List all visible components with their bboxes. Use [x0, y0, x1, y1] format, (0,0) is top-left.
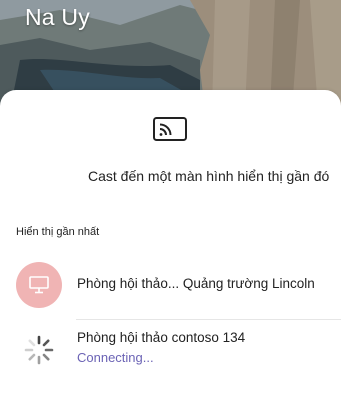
device-name: Phòng hội thảo... Quảng trường Lincoln — [77, 276, 315, 291]
loading-spinner-icon — [23, 334, 55, 366]
device-name: Phòng hội thảo contoso 134 — [77, 330, 246, 345]
device-row[interactable]: Phòng hội thảo... Quảng trường Lincoln — [0, 256, 341, 316]
cast-screen: Na Uy Cast đến một màn hình hiển thị gần… — [0, 0, 341, 412]
cast-icon[interactable] — [152, 116, 188, 144]
device-row[interactable]: Phòng hội thảo contoso 134 Connecting... — [0, 322, 341, 382]
cast-bottom-sheet: Cast đến một màn hình hiển thị gần đó Hi… — [0, 90, 341, 412]
device-avatar — [16, 262, 62, 308]
recent-displays-header: Hiển thị gần nhất — [16, 226, 100, 238]
connection-status: Connecting... — [77, 350, 154, 365]
page-title: Na Uy — [25, 4, 90, 30]
monitor-icon — [29, 276, 49, 294]
divider — [76, 319, 341, 320]
cast-caption: Cast đến một màn hình hiển thị gần đó — [88, 168, 330, 184]
